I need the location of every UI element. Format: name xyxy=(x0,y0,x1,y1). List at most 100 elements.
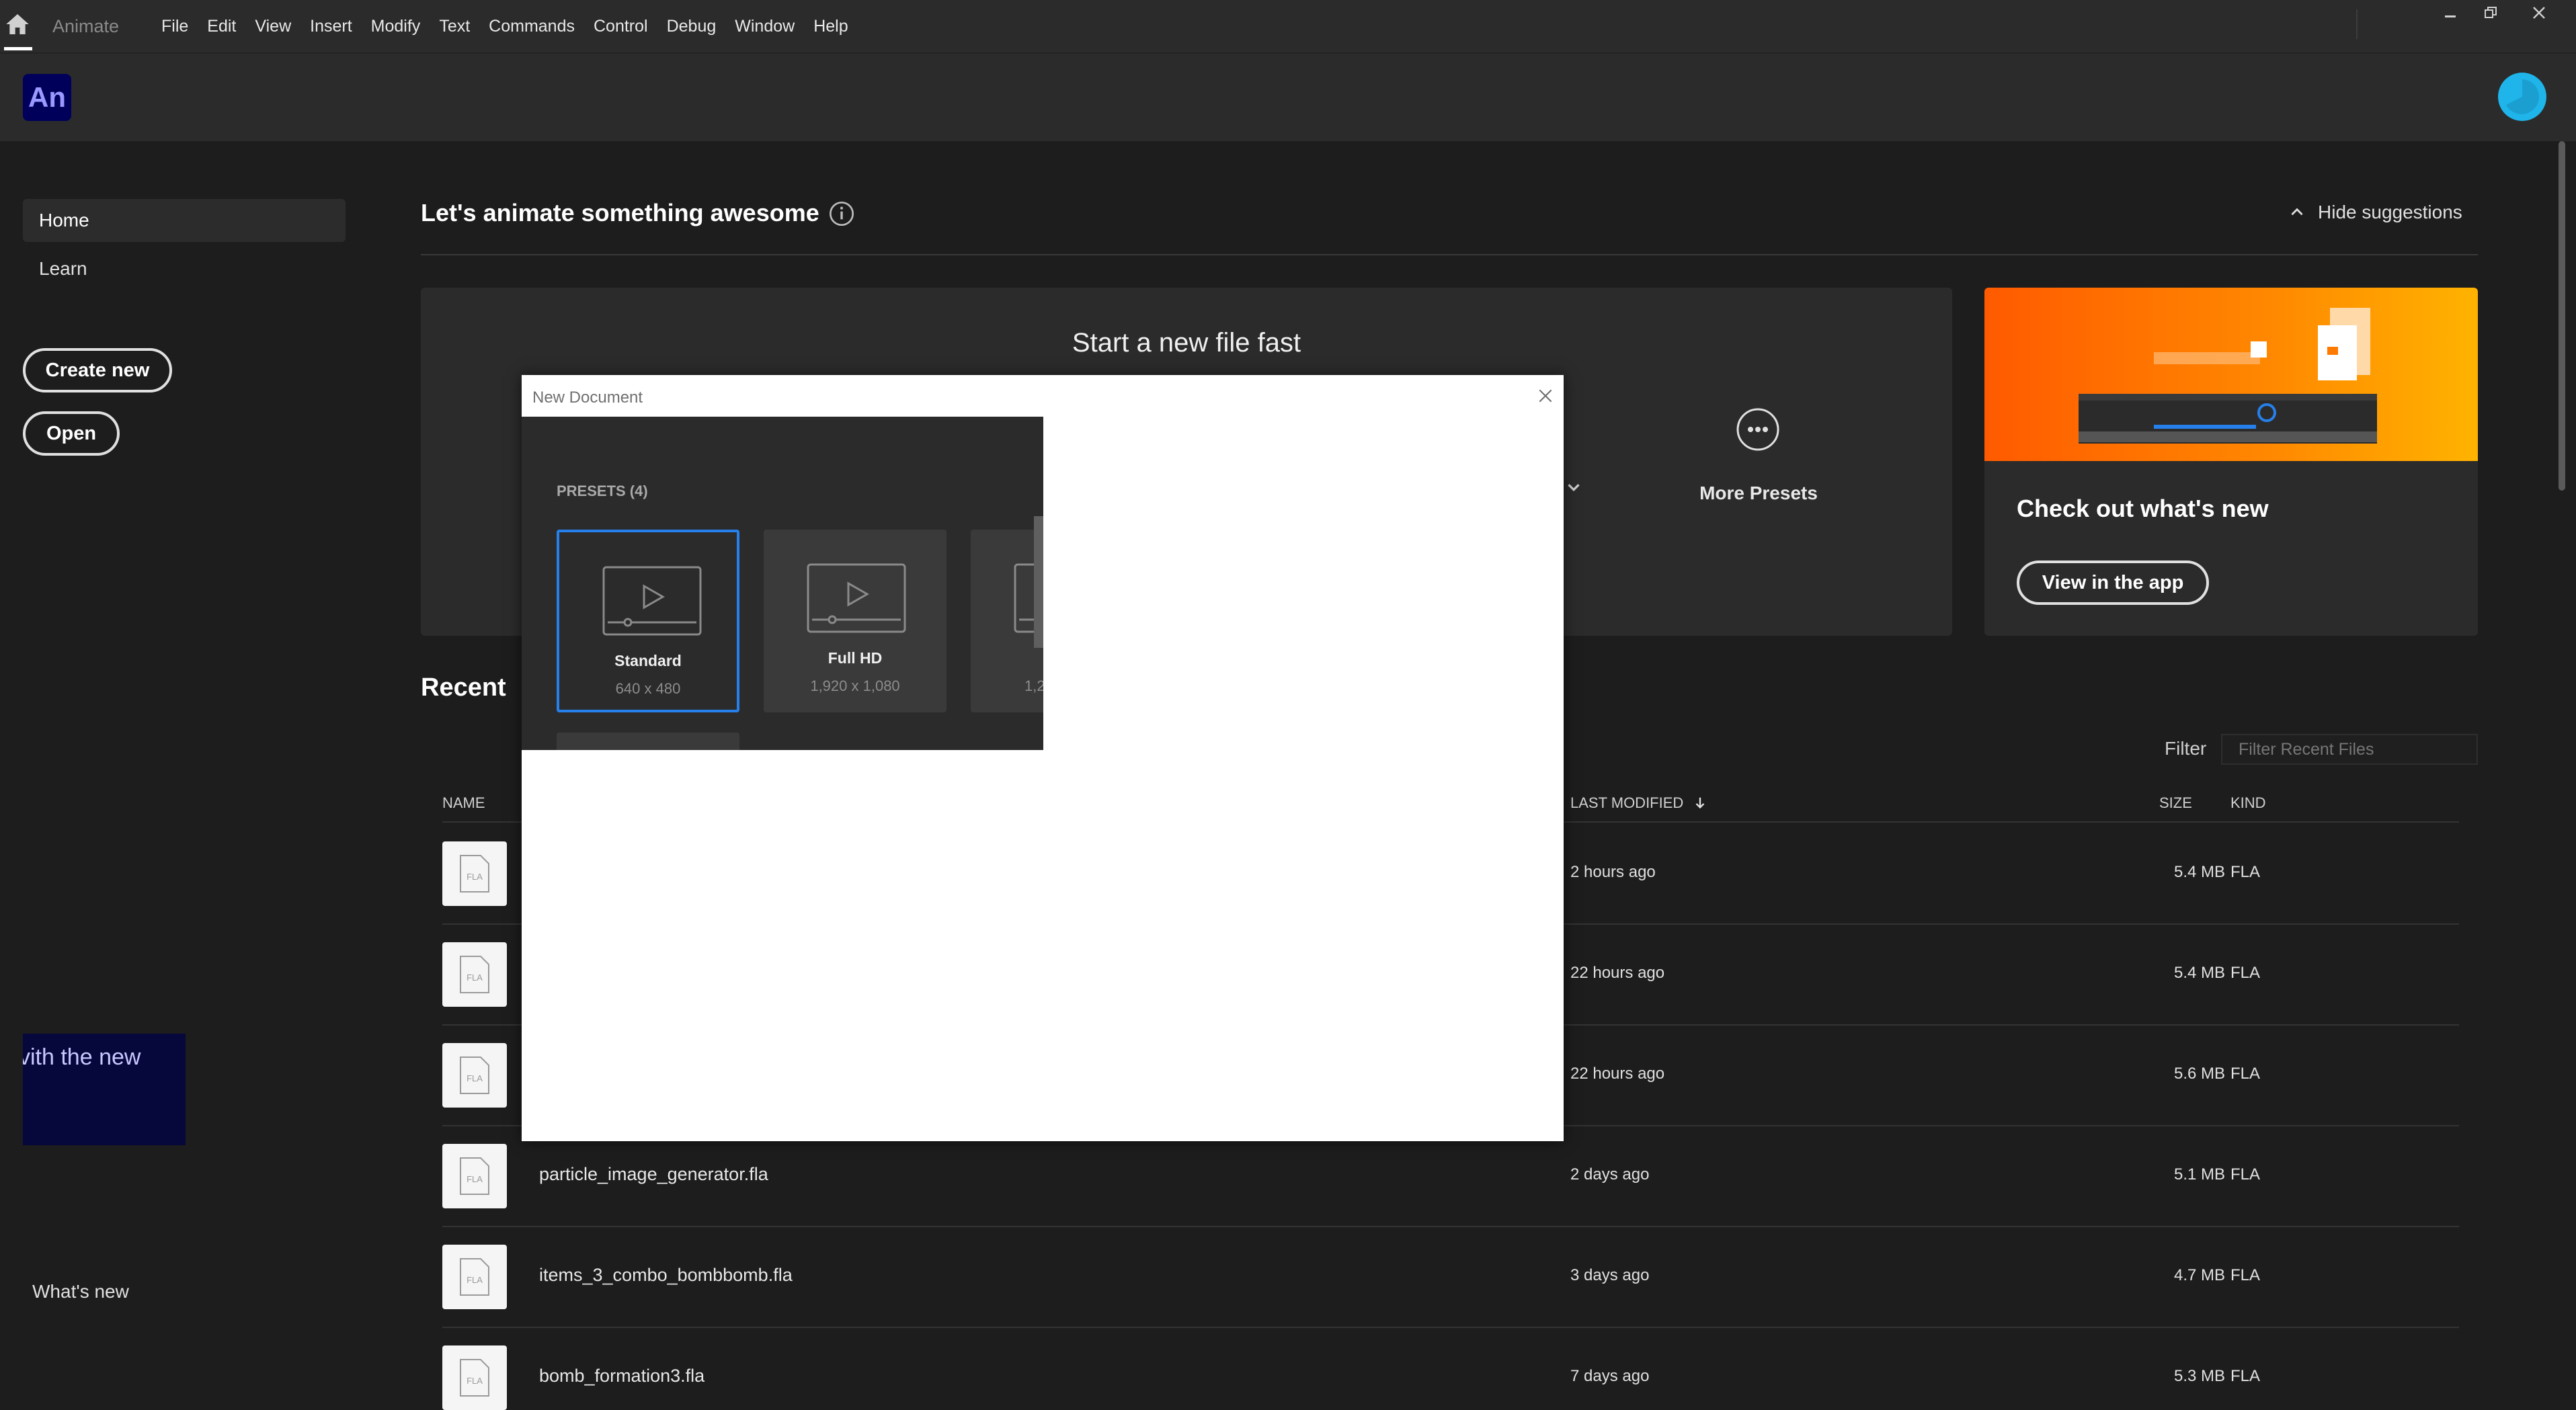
presets-panel: PRESETS (4) Standard 640 x 480 Full HD 1… xyxy=(522,417,1043,750)
whats-new-card: Check out what's new View in the app xyxy=(1984,288,2478,636)
file-name: bomb_formation3.fla xyxy=(539,1366,705,1386)
file-kind: FLA xyxy=(2230,1165,2261,1184)
file-size: 5.1 MB xyxy=(2173,1165,2225,1184)
whats-new-title: Check out what's new xyxy=(2017,495,2269,522)
menu-help[interactable]: Help xyxy=(813,17,848,36)
video-preset-icon xyxy=(807,563,906,633)
create-new-button[interactable]: Create new xyxy=(23,348,172,392)
table-row[interactable]: FLA bomb_formation3.fla 7 days ago 5.3 M… xyxy=(421,1328,2459,1410)
user-avatar[interactable] xyxy=(2498,73,2546,121)
menu-list: File Edit View Insert Modify Text Comman… xyxy=(161,0,867,52)
thumbnail-kind: FLA xyxy=(467,1073,483,1083)
file-kind: FLA xyxy=(2230,1266,2261,1284)
file-size: 5.3 MB xyxy=(2173,1367,2225,1385)
preset-full-hd[interactable]: Full HD 1,920 x 1,080 xyxy=(764,530,947,712)
file-size: 5.4 MB xyxy=(2173,863,2225,881)
restore-icon[interactable] xyxy=(2474,0,2507,26)
file-modified: 22 hours ago xyxy=(1570,1065,1665,1083)
promo-banner[interactable]: vith the new xyxy=(23,1034,186,1145)
preset-name: Standard xyxy=(614,652,682,669)
animate-logo: An xyxy=(23,74,71,121)
minimize-icon[interactable] xyxy=(2433,0,2467,26)
menu-text[interactable]: Text xyxy=(439,17,470,36)
filter-label: Filter xyxy=(2165,738,2207,759)
menu-modify[interactable]: Modify xyxy=(371,17,421,36)
table-row[interactable]: FLA items_3_combo_bombbomb.fla 3 days ag… xyxy=(421,1227,2459,1328)
promo-text: vith the new xyxy=(23,1044,141,1070)
preset-name: Full HD xyxy=(828,649,883,667)
app-header xyxy=(0,52,2576,141)
more-presets-label[interactable]: More Presets xyxy=(1691,483,1826,504)
table-row[interactable]: FLA particle_image_generator.fla 2 days … xyxy=(421,1126,2459,1227)
page-scrollbar[interactable] xyxy=(2559,141,2565,491)
menu-debug[interactable]: Debug xyxy=(667,17,717,36)
file-thumbnail: FLA xyxy=(442,1245,507,1309)
menu-file[interactable]: File xyxy=(161,17,188,36)
filter-input[interactable] xyxy=(2221,734,2478,765)
menu-view[interactable]: View xyxy=(255,17,291,36)
file-thumbnail: FLA xyxy=(442,1043,507,1108)
info-icon[interactable] xyxy=(828,200,855,227)
preset-size: 1,920 x 1,080 xyxy=(810,677,900,694)
file-thumbnail: FLA xyxy=(442,1345,507,1410)
preset-size: 640 x 480 xyxy=(615,680,681,697)
file-size: 5.4 MB xyxy=(2173,964,2225,982)
dialog-title: New Document xyxy=(532,388,643,407)
file-modified: 2 hours ago xyxy=(1570,863,1656,881)
thumbnail-kind: FLA xyxy=(467,1275,483,1285)
close-icon[interactable] xyxy=(1530,380,1561,411)
preset-size: 1,2 xyxy=(1024,677,1043,694)
sort-down-icon xyxy=(1695,797,1705,809)
menu-window[interactable]: Window xyxy=(735,17,795,36)
column-name[interactable]: NAME xyxy=(442,794,485,812)
quick-start-title: Start a new file fast xyxy=(1072,328,1301,358)
thumbnail-kind: FLA xyxy=(467,872,483,882)
file-thumbnail: FLA xyxy=(442,1144,507,1208)
chevron-up-icon xyxy=(2291,208,2303,216)
sidebar-item-home[interactable]: Home xyxy=(23,199,346,242)
menu-insert[interactable]: Insert xyxy=(310,17,352,36)
hide-suggestions-button[interactable]: Hide suggestions xyxy=(2288,202,2462,223)
sidebar-item-learn[interactable]: Learn xyxy=(23,247,346,290)
whats-new-link[interactable]: What's new xyxy=(32,1281,129,1302)
more-icon[interactable] xyxy=(1734,406,1781,453)
menu-commands[interactable]: Commands xyxy=(489,17,575,36)
presets-scrollbar[interactable] xyxy=(1034,516,1043,648)
file-kind: FLA xyxy=(2230,964,2261,982)
video-preset-icon xyxy=(602,566,702,636)
new-document-dialog: New Document PRESETS (4) Standard 640 x … xyxy=(522,375,1564,1141)
file-name: particle_image_generator.fla xyxy=(539,1164,768,1184)
page-title: Let's animate something awesome xyxy=(421,199,819,226)
file-name: items_3_combo_bombbomb.fla xyxy=(539,1265,793,1285)
file-thumbnail: FLA xyxy=(442,942,507,1007)
file-kind: FLA xyxy=(2230,1367,2261,1385)
file-thumbnail: FLA xyxy=(442,841,507,906)
menu-control[interactable]: Control xyxy=(594,17,648,36)
file-modified: 2 days ago xyxy=(1570,1165,1650,1184)
presets-label: PRESETS (4) xyxy=(557,483,648,499)
app-title: Animate xyxy=(52,16,120,36)
file-size: 5.6 MB xyxy=(2173,1065,2225,1083)
file-kind: FLA xyxy=(2230,863,2261,881)
preset-third[interactable]: 1,2 xyxy=(971,530,1043,712)
column-kind[interactable]: KIND xyxy=(2230,794,2266,812)
home-active-indicator xyxy=(4,47,32,50)
menubar-divider xyxy=(2356,9,2358,39)
preset-standard[interactable]: Standard 640 x 480 xyxy=(557,530,739,712)
close-window-icon[interactable] xyxy=(2522,0,2556,26)
hide-suggestions-label: Hide suggestions xyxy=(2318,202,2462,222)
chevron-down-icon[interactable] xyxy=(1564,477,1584,497)
thumbnail-kind: FLA xyxy=(467,1376,483,1386)
thumbnail-kind: FLA xyxy=(467,972,483,983)
recent-title: Recent xyxy=(421,673,506,702)
file-kind: FLA xyxy=(2230,1065,2261,1083)
home-icon[interactable] xyxy=(4,11,31,38)
thumbnail-kind: FLA xyxy=(467,1174,483,1184)
column-size[interactable]: SIZE xyxy=(2159,794,2192,812)
open-button[interactable]: Open xyxy=(23,411,120,456)
column-last-modified[interactable]: LAST MODIFIED xyxy=(1570,794,1707,812)
preset-fourth[interactable] xyxy=(557,733,739,750)
view-in-app-button[interactable]: View in the app xyxy=(2017,561,2209,605)
file-modified: 3 days ago xyxy=(1570,1266,1650,1284)
menu-edit[interactable]: Edit xyxy=(207,17,236,36)
